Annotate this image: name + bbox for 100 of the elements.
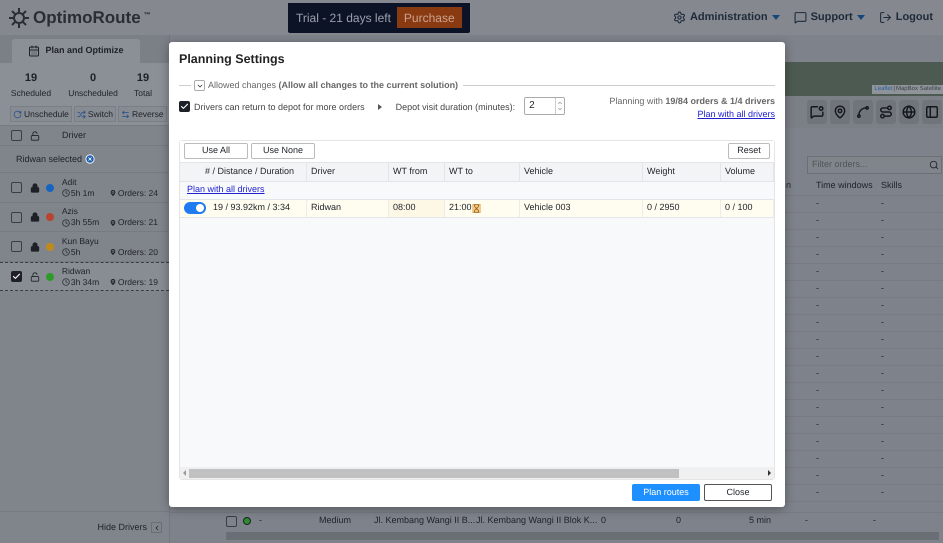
checkbox[interactable]: [11, 241, 22, 252]
toggle-switch[interactable]: [184, 202, 206, 214]
column-header: WT to: [449, 164, 473, 178]
action-button[interactable]: Switch: [74, 106, 116, 122]
chat-icon: [794, 11, 807, 24]
checkbox[interactable]: [11, 182, 22, 193]
table-cell: -: [881, 402, 884, 412]
table-cell-text: 0 / 2950: [647, 201, 680, 214]
pin-icon: [108, 248, 117, 256]
driver-row[interactable]: Ridwan 3h 34m Orders: 19: [0, 262, 169, 292]
expand-toggle[interactable]: [194, 80, 205, 92]
checkbox[interactable]: [11, 212, 22, 222]
table-action-button[interactable]: Use All: [184, 143, 248, 159]
trial-text: Trial - 21 days left: [296, 10, 391, 26]
column-header: Volume: [725, 164, 756, 178]
menu-link[interactable]: Logout: [878, 9, 933, 26]
table-cell: -: [881, 351, 884, 362]
depot-duration-label: Depot visit duration (minutes):: [396, 100, 516, 114]
checkbox[interactable]: [179, 100, 190, 112]
close-button[interactable]: Close: [704, 484, 772, 501]
clock-icon: [62, 218, 70, 226]
scroll-left-icon[interactable]: [183, 470, 186, 476]
table-cell-text: Vehicle 003: [524, 201, 571, 214]
table-cell: -: [816, 385, 819, 396]
lock-icon: [30, 130, 40, 141]
column-header: WT from: [393, 164, 428, 178]
route-icon[interactable]: [876, 100, 896, 124]
checkbox[interactable]: [11, 271, 22, 282]
path-icon[interactable]: [853, 100, 873, 124]
globe-icon[interactable]: [899, 100, 919, 124]
table-cell: Jl. Kembang Wangi II B...: [374, 515, 476, 526]
duration-field[interactable]: 2: [524, 96, 566, 114]
table-cell: Medium: [319, 515, 352, 526]
logo-text: OptimoRoute: [33, 6, 141, 29]
pin-icon: [108, 218, 117, 226]
table-cell: -: [881, 453, 884, 464]
table-cell: -: [881, 317, 884, 328]
clock-icon: [62, 248, 70, 256]
action-button[interactable]: Unschedule: [10, 106, 72, 122]
planning-summary: Planning with 19/84 orders & 1/4 drivers: [609, 94, 775, 108]
return-depot-label: Drivers can return to depot for more orders: [194, 100, 365, 114]
message-pin-icon[interactable]: [807, 100, 827, 124]
driver-orders: Orders: 21: [118, 217, 158, 228]
scroll-right-icon[interactable]: [768, 470, 771, 476]
table-cell: -: [816, 487, 819, 498]
column-header: Driver: [62, 129, 86, 142]
unlock-icon[interactable]: [30, 272, 40, 282]
table-cell: -: [816, 402, 819, 412]
lock-icon[interactable]: [30, 242, 40, 252]
clear-icon[interactable]: [85, 154, 96, 164]
table-cell: -: [881, 266, 884, 276]
table-cell: -: [881, 487, 884, 498]
scrollbar[interactable]: [189, 468, 679, 478]
plan-all-drivers-link[interactable]: Plan with all drivers: [697, 108, 775, 122]
table-cell: -: [259, 515, 262, 526]
refresh-icon: [13, 110, 22, 119]
plan-all-drivers-link[interactable]: Plan with all drivers: [187, 183, 265, 197]
stat-label: Scheduled: [10, 86, 52, 100]
reset-button[interactable]: Reset: [728, 143, 770, 159]
table-cell: -: [816, 334, 819, 344]
table-cell: -: [816, 453, 819, 464]
purchase-button[interactable]: Purchase: [396, 7, 462, 28]
table-cell: -: [816, 232, 819, 242]
driver-orders: Orders: 20: [118, 246, 158, 258]
action-button[interactable]: Reverse: [118, 106, 167, 122]
table-cell: -: [816, 317, 819, 328]
table-action-button[interactable]: Use None: [251, 143, 315, 159]
table-cell: -: [881, 198, 884, 208]
table-cell: -: [873, 515, 876, 526]
driver-name: Kun Bayu: [62, 236, 100, 246]
checkbox[interactable]: [11, 130, 22, 142]
table-cell: -: [881, 419, 884, 430]
plan-tab[interactable]: Plan and Optimize: [12, 39, 140, 63]
driver-name: Ridwan: [62, 266, 92, 276]
menu-link[interactable]: Support: [794, 9, 865, 26]
stat-label: Unscheduled: [68, 86, 118, 100]
menu-link[interactable]: Administration: [672, 9, 780, 26]
checkbox[interactable]: [226, 516, 237, 526]
table-cell: -: [816, 266, 819, 276]
table-cell: -: [816, 351, 819, 362]
driver-name: Adit: [62, 176, 78, 188]
driver-duration: 3h 55m: [70, 217, 100, 228]
pin-icon: [108, 189, 117, 197]
driver-row[interactable]: Adit 5h 1m Orders: 24: [0, 173, 169, 203]
spinner-icon[interactable]: [555, 98, 564, 114]
driver-duration: 5h: [70, 246, 82, 258]
stat-label: Total: [134, 86, 152, 100]
driver-row[interactable]: Azis 3h 55m Orders: 21: [0, 202, 169, 232]
lock-icon[interactable]: [30, 182, 40, 192]
plan-routes-button[interactable]: Plan routes: [632, 484, 700, 501]
table-cell-text: 0 / 100: [725, 201, 753, 214]
table-cell: -: [881, 368, 884, 378]
table-cell: -: [816, 198, 819, 208]
map-pin-icon[interactable]: [830, 100, 850, 124]
table-cell: -: [816, 436, 819, 446]
panel-icon[interactable]: [922, 100, 942, 124]
table-cell-text: Ridwan: [311, 201, 342, 214]
table-cell-text: 08:00: [393, 201, 416, 214]
lock-icon[interactable]: [30, 212, 40, 222]
calendar-icon: [28, 45, 40, 57]
